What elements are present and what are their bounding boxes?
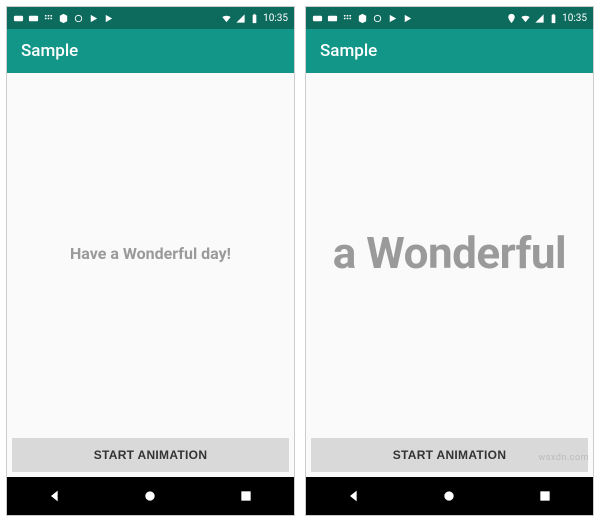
battery-icon [548,13,559,24]
play-icon [402,13,413,24]
phone-right: 10:35 Sample a Wonderful START ANIMATION… [305,6,594,516]
youtube-icon [312,13,323,24]
youtube-icon [13,13,24,24]
status-bar: 10:35 [306,7,593,29]
maps-icon [58,13,69,24]
nav-back-icon[interactable] [346,488,362,504]
play-icon [387,13,398,24]
button-area: START ANIMATION [7,433,294,477]
app-bar: Sample [306,29,593,73]
status-right-icons: 10:35 [221,13,288,24]
video-icon [28,13,39,24]
apps-icon [342,13,353,24]
watermark-text: wsxdn.com [539,453,589,463]
nav-recent-icon[interactable] [238,488,254,504]
circle-icon [372,13,383,24]
nav-back-icon[interactable] [47,488,63,504]
play-icon [88,13,99,24]
maps-icon [357,13,368,24]
phone-left: 10:35 Sample Have a Wonderful day! START… [6,6,295,516]
nav-home-icon[interactable] [441,488,457,504]
navigation-bar [306,477,593,515]
message-text-scaled: a Wonderful [333,227,566,279]
signal-icon [534,13,545,24]
navigation-bar [7,477,294,515]
wifi-icon [221,13,232,24]
content-area: Have a Wonderful day! [7,73,294,433]
app-bar: Sample [7,29,294,73]
app-title: Sample [21,41,78,61]
location-icon [506,13,517,24]
video-icon [327,13,338,24]
app-title: Sample [320,41,377,61]
nav-recent-icon[interactable] [537,488,553,504]
start-animation-button[interactable]: START ANIMATION [12,438,289,472]
status-left-icons [13,13,114,24]
play-icon [103,13,114,24]
battery-icon [249,13,260,24]
status-right-icons: 10:35 [506,13,587,24]
wifi-icon [520,13,531,24]
apps-icon [43,13,54,24]
status-time: 10:35 [263,13,288,24]
status-bar: 10:35 [7,7,294,29]
circle-icon [73,13,84,24]
signal-icon [235,13,246,24]
nav-home-icon[interactable] [142,488,158,504]
status-time: 10:35 [562,13,587,24]
status-left-icons [312,13,413,24]
message-text: Have a Wonderful day! [70,244,231,263]
content-area: a Wonderful [306,73,593,433]
